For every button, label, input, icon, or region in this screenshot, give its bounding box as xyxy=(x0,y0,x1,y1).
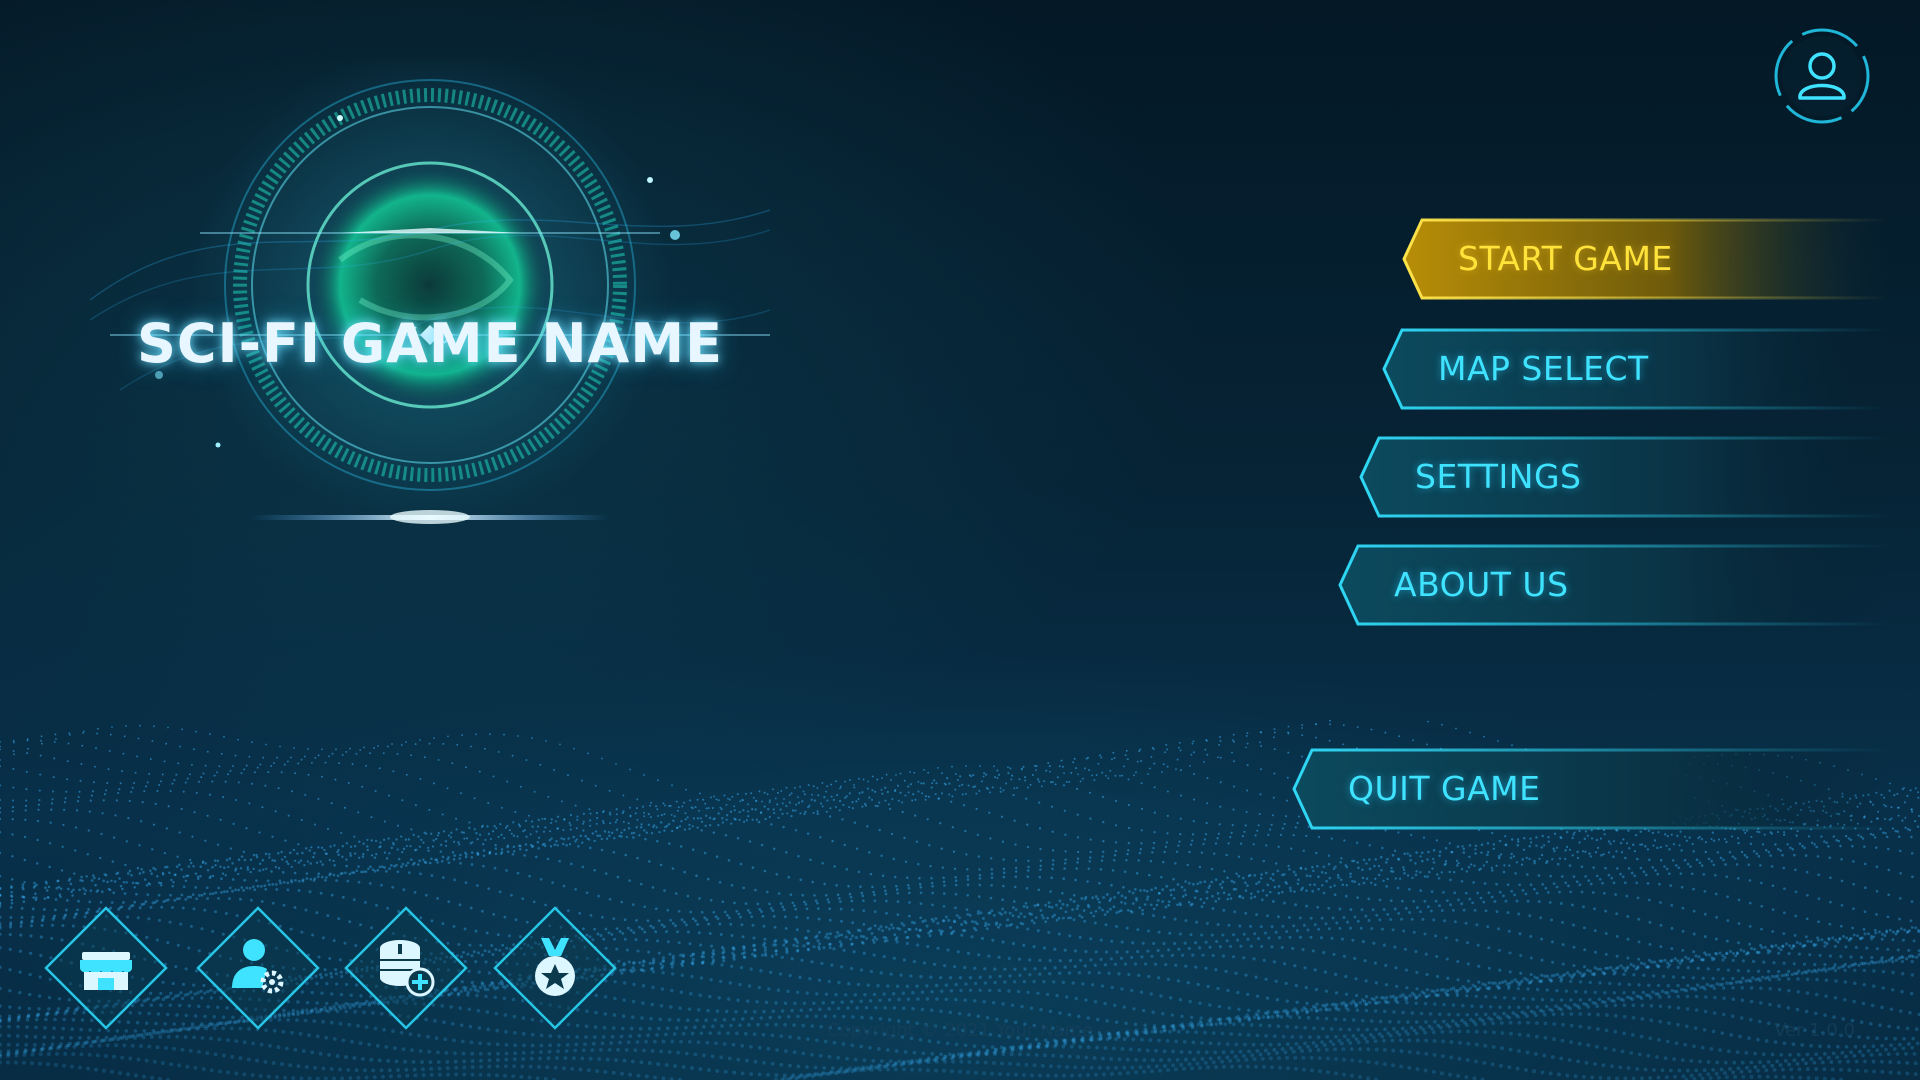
shop-icon xyxy=(44,906,168,1030)
settings-label: SETTINGS xyxy=(1415,457,1582,496)
map-select-label: MAP SELECT xyxy=(1438,349,1649,388)
character-settings-button[interactable] xyxy=(194,904,322,1032)
user-icon xyxy=(1774,28,1870,124)
settings-button[interactable]: SETTINGS xyxy=(1357,436,1890,518)
shop-button[interactable] xyxy=(42,904,170,1032)
character-settings-icon xyxy=(196,906,320,1030)
start-game-button[interactable]: START GAME xyxy=(1400,218,1890,300)
start-game-label: START GAME xyxy=(1458,239,1673,278)
achievement-medal-icon xyxy=(493,906,617,1030)
game-title: SCI-FI GAME NAME xyxy=(137,312,723,375)
main-menu-screen: SCI-FI GAME NAME START GAME MAP SELECT S… xyxy=(0,0,1920,1080)
copyright-text: Copyright © 2021 Your Name xyxy=(826,1020,1094,1041)
version-text: Ver 1.0.0 xyxy=(1774,1020,1855,1041)
profile-button[interactable] xyxy=(1772,26,1872,126)
quit-game-button[interactable]: QUIT GAME xyxy=(1290,748,1890,830)
quit-game-label: QUIT GAME xyxy=(1348,769,1541,808)
add-coins-icon xyxy=(344,906,468,1030)
about-us-button[interactable]: ABOUT US xyxy=(1336,544,1890,626)
add-coins-button[interactable] xyxy=(342,904,470,1032)
game-logo: SCI-FI GAME NAME xyxy=(90,60,770,560)
about-us-label: ABOUT US xyxy=(1394,565,1569,604)
logo-emblem xyxy=(90,60,770,525)
achievements-button[interactable] xyxy=(491,904,619,1032)
map-select-button[interactable]: MAP SELECT xyxy=(1380,328,1890,410)
